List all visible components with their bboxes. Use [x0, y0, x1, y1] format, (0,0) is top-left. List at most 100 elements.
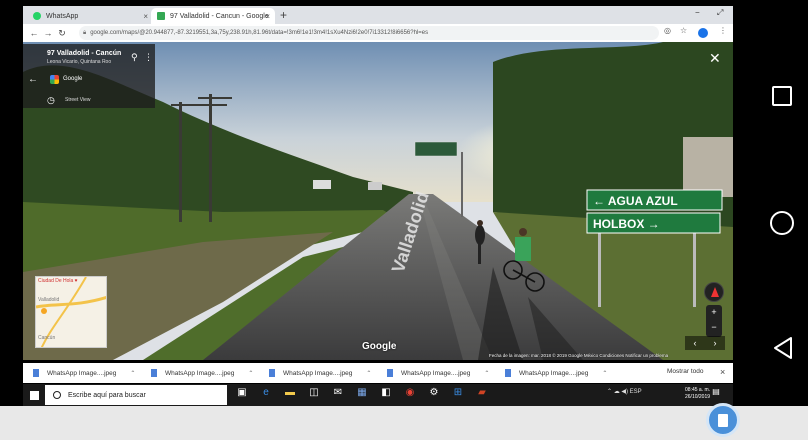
clock-date: 26/10/2019 — [685, 394, 711, 400]
minimap[interactable]: Ciudad De Hola ♥ Valladolid Cancún — [35, 276, 107, 348]
taskbar-search-box[interactable]: Escribe aquí para buscar — [45, 385, 227, 405]
download-filename: WhatsApp Image....jpeg — [283, 369, 353, 377]
tab-whatsapp[interactable]: WhatsApp × — [27, 8, 153, 24]
back-arrow-icon[interactable]: ← — [27, 28, 41, 38]
download-item[interactable]: WhatsApp Image....jpeg ⌃ — [387, 363, 489, 383]
new-tab-button[interactable]: + — [280, 8, 287, 22]
store-icon[interactable]: ◫ — [307, 387, 321, 403]
document-icon — [718, 413, 728, 427]
maps-icon — [157, 12, 165, 20]
system-tray[interactable]: ⌃ ☁ ◀) ESP — [607, 388, 642, 395]
document-fab-button[interactable] — [706, 403, 740, 437]
tab-strip: WhatsApp × 97 Valladolid - Cancun - Goog… — [23, 6, 733, 24]
android-nav-bar — [758, 0, 808, 406]
app-icon[interactable]: ▦ — [355, 387, 369, 403]
browser-window: WhatsApp × 97 Valladolid - Cancun - Goog… — [23, 6, 733, 360]
google-maps-logo-icon — [50, 75, 59, 84]
close-icon[interactable]: ✕ — [709, 50, 721, 67]
minimize-icon[interactable]: − — [695, 8, 700, 17]
recent-apps-button[interactable] — [772, 86, 792, 106]
url-text: google.com/maps/@20.944877,-87.3219551,3… — [90, 30, 429, 36]
street-view[interactable]: ← AGUA AZUL HOLBOX → Valladolid 97 Valla… — [23, 42, 733, 360]
file-icon — [151, 369, 157, 377]
close-icon[interactable]: × — [720, 367, 725, 377]
star-icon[interactable]: ☆ — [680, 26, 687, 35]
downloads-shelf: WhatsApp Image....jpeg ⌃ WhatsApp Image.… — [23, 363, 733, 383]
location-info-panel: 97 Valladolid - Cancún Leona Vicario, Qu… — [23, 44, 155, 108]
clock-icon[interactable]: ◷ — [47, 95, 55, 106]
app-icon[interactable]: ◧ — [379, 387, 393, 403]
chrome-icon[interactable]: ◉ — [403, 387, 417, 403]
menu-dots-icon[interactable]: ⋮ — [719, 26, 727, 35]
mail-icon[interactable]: ✉ — [331, 387, 345, 403]
provider-label: Google — [63, 76, 83, 82]
sign-holbox: HOLBOX → — [593, 217, 660, 231]
minimap-label-bottom: Cancún — [38, 335, 56, 341]
file-icon — [505, 369, 511, 377]
more-options-icon[interactable]: ⋮ — [144, 52, 153, 63]
taskbar-clock[interactable]: 08:45 a. m. 26/10/2019 — [685, 387, 710, 401]
cortana-icon — [53, 391, 61, 399]
chevron-up-icon[interactable]: ⌃ — [130, 370, 135, 377]
download-item[interactable]: WhatsApp Image....jpeg ⌃ — [269, 363, 371, 383]
tab-close-icon[interactable]: × — [265, 12, 270, 21]
download-item[interactable]: WhatsApp Image....jpeg ⌃ — [33, 363, 135, 383]
pin-icon[interactable]: ⚲ — [131, 52, 138, 63]
compass-icon[interactable] — [704, 282, 724, 302]
show-all-downloads-link[interactable]: Mostrar todo — [667, 368, 704, 375]
address-bar[interactable]: 🔒︎ google.com/maps/@20.944877,-87.321955… — [79, 26, 659, 40]
google-watermark: Google — [362, 341, 397, 352]
chevron-up-icon[interactable]: ⌃ — [248, 370, 253, 377]
download-filename: WhatsApp Image....jpeg — [519, 369, 589, 377]
attribution-text[interactable]: Fecha de la imagen: mar. 2018 © 2019 Goo… — [489, 353, 668, 358]
home-button[interactable] — [770, 211, 794, 235]
chevron-up-icon[interactable]: ⌃ — [484, 370, 489, 377]
sign-agua-azul: ← AGUA AZUL — [593, 194, 678, 208]
reload-icon[interactable]: ↻ — [55, 28, 69, 39]
file-explorer-icon[interactable]: ▬ — [283, 387, 297, 403]
forward-arrow-icon[interactable]: → — [41, 28, 55, 38]
street-view-label: Street View — [65, 97, 91, 103]
zoom-out-button[interactable]: − — [706, 320, 722, 335]
download-filename: WhatsApp Image....jpeg — [401, 369, 471, 377]
powerpoint-icon[interactable]: ▰ — [475, 387, 489, 403]
settings-gear-icon[interactable]: ⚙ — [427, 387, 441, 403]
tab-google-maps[interactable]: 97 Valladolid - Cancun - Google × — [151, 8, 275, 24]
maximize-icon[interactable]: ⤢ — [717, 8, 723, 18]
windows-taskbar: Escribe aquí para buscar ▣ e ▬ ◫ ✉ ▦ ◧ ◉… — [23, 384, 733, 406]
search-placeholder: Escribe aquí para buscar — [68, 391, 146, 399]
windows-logo-icon — [29, 390, 39, 400]
whatsapp-icon — [33, 12, 41, 20]
zoom-in-button[interactable]: + — [706, 305, 722, 320]
download-item[interactable]: WhatsApp Image....jpeg ⌃ — [151, 363, 253, 383]
download-item[interactable]: WhatsApp Image....jpeg ⌃ — [505, 363, 607, 383]
task-view-icon[interactable]: ▣ — [235, 387, 249, 403]
tab-title: WhatsApp — [46, 12, 79, 20]
location-subtitle: Leona Vicario, Quintana Roo — [47, 59, 112, 65]
chevron-up-icon[interactable]: ⌃ — [366, 370, 371, 377]
edge-icon[interactable]: e — [259, 387, 273, 403]
chevron-up-icon[interactable]: ⌃ — [602, 370, 607, 377]
windows-app-icon[interactable]: ⊞ — [451, 387, 465, 403]
browser-toolbar: ← → ↻ 🔒︎ google.com/maps/@20.944877,-87.… — [23, 24, 733, 42]
bottom-bar — [0, 406, 808, 440]
prev-chevron-icon[interactable]: ‹ — [694, 338, 697, 348]
minimap-label-top: Valladolid — [38, 297, 60, 303]
file-icon — [387, 369, 393, 377]
zoom-control[interactable]: + − — [706, 305, 722, 337]
tab-title: 97 Valladolid - Cancun - Google — [170, 12, 269, 20]
back-arrow-icon[interactable]: ← — [28, 74, 38, 85]
windows-start-button[interactable] — [23, 384, 45, 406]
avatar[interactable] — [698, 28, 708, 38]
screen: WhatsApp × 97 Valladolid - Cancun - Goog… — [0, 0, 808, 440]
location-icon[interactable]: ◎ — [664, 26, 671, 35]
back-button[interactable] — [771, 336, 795, 360]
lock-icon: 🔒︎ — [83, 29, 87, 36]
next-chevron-icon[interactable]: › — [714, 338, 717, 348]
tab-close-icon[interactable]: × — [143, 12, 148, 21]
location-title: 97 Valladolid - Cancún — [47, 50, 122, 57]
notifications-icon[interactable]: ▤ — [709, 387, 723, 403]
photo-pager[interactable]: ‹ › — [685, 336, 725, 350]
file-icon — [33, 369, 39, 377]
clock-time: 08:45 a. m. — [685, 387, 711, 393]
